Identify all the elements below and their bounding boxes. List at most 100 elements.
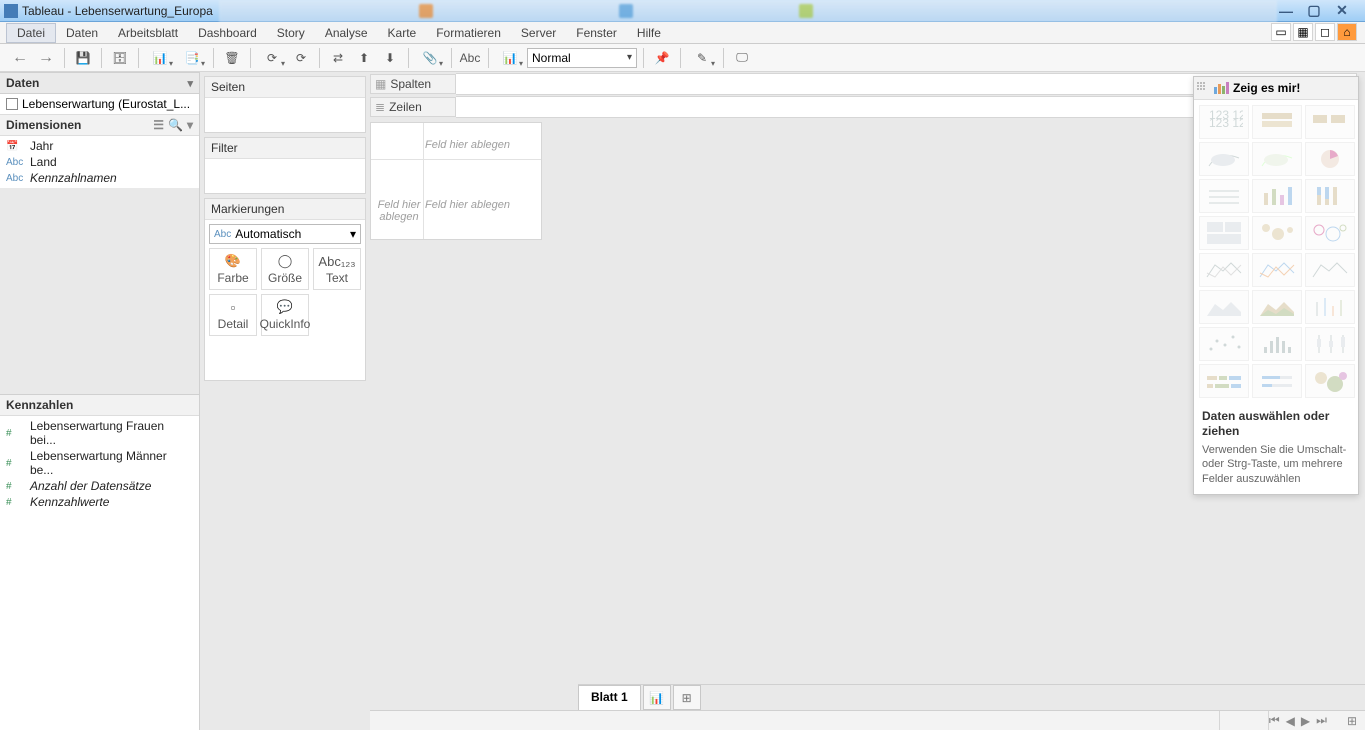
- show-me-chart-option[interactable]: [1252, 216, 1302, 250]
- view-mode-presentation-icon[interactable]: ▭: [1271, 23, 1291, 41]
- data-panel-collapse-icon[interactable]: ▾: [187, 77, 193, 90]
- nav-last-icon[interactable]: ⏭: [1316, 713, 1327, 728]
- show-me-chart-option[interactable]: [1305, 364, 1355, 398]
- clear-button[interactable]: 🗑: [220, 47, 244, 69]
- nav-grid-icon[interactable]: ⊞: [1347, 714, 1357, 728]
- mark-quickinfo-button[interactable]: 💬QuickInfo: [261, 294, 309, 336]
- highlight-button[interactable]: ✎: [687, 47, 717, 69]
- show-me-chart-option[interactable]: [1305, 327, 1355, 361]
- show-me-chart-option[interactable]: [1199, 327, 1249, 361]
- show-me-chart-option[interactable]: [1305, 142, 1355, 176]
- view-mode-grid-icon[interactable]: ▦: [1293, 23, 1313, 41]
- duplicate-button[interactable]: 📑: [177, 47, 207, 69]
- sort-asc-button[interactable]: ⬆: [352, 47, 376, 69]
- view-mode-window-icon[interactable]: ◻: [1315, 23, 1335, 41]
- menubar: Datei Daten Arbeitsblatt Dashboard Story…: [0, 22, 1365, 44]
- nav-first-icon[interactable]: ⏮: [1269, 713, 1280, 728]
- filters-shelf[interactable]: Filter: [204, 137, 366, 194]
- menu-dashboard[interactable]: Dashboard: [188, 24, 267, 42]
- mark-text-button[interactable]: Abc₁₂₃Text: [313, 248, 361, 290]
- show-me-chart-option[interactable]: [1252, 364, 1302, 398]
- window-minimize-button[interactable]: —: [1277, 4, 1295, 18]
- sort-desc-button[interactable]: ⬇: [378, 47, 402, 69]
- chart-thumbnail-icon: [1311, 368, 1349, 394]
- sheet-tab-active[interactable]: Blatt 1: [578, 685, 641, 710]
- dimension-field[interactable]: AbcKennzahlnamen: [0, 170, 199, 186]
- menu-formatieren[interactable]: Formatieren: [426, 24, 511, 42]
- field-type-icon: #: [6, 458, 24, 469]
- dimensions-search-icon[interactable]: 🔍: [168, 118, 183, 132]
- nav-next-icon[interactable]: ▶: [1301, 714, 1310, 728]
- show-me-chart-option[interactable]: [1199, 253, 1249, 287]
- mark-farbe-button[interactable]: 🎨Farbe: [209, 248, 257, 290]
- menu-daten[interactable]: Daten: [56, 24, 108, 42]
- show-me-chart-option[interactable]: [1199, 142, 1249, 176]
- auto-update-button[interactable]: ⟳: [257, 47, 287, 69]
- measure-field[interactable]: #Anzahl der Datensätze: [0, 478, 199, 494]
- chart-thumbnail-icon: [1205, 294, 1243, 320]
- new-worksheet-tab-button[interactable]: 📊: [643, 685, 671, 710]
- show-me-chart-option[interactable]: [1252, 142, 1302, 176]
- view-drop-area[interactable]: Feld hier ablegen Feld hier ablegen Feld…: [370, 122, 542, 240]
- menu-datei[interactable]: Datei: [6, 23, 56, 43]
- new-dashboard-tab-button[interactable]: ⊞: [673, 685, 701, 710]
- show-me-chart-option[interactable]: [1252, 290, 1302, 324]
- sheet-tabs: Blatt 1 📊 ⊞: [578, 684, 1365, 710]
- show-me-chart-option[interactable]: [1199, 216, 1249, 250]
- show-me-chart-option[interactable]: [1252, 179, 1302, 213]
- run-update-button[interactable]: ⟳: [289, 47, 313, 69]
- swap-button[interactable]: ⇄: [326, 47, 350, 69]
- show-me-chart-option[interactable]: 123 123123 123: [1199, 105, 1249, 139]
- measure-field[interactable]: #Lebenserwartung Männer be...: [0, 448, 199, 478]
- show-me-chart-option[interactable]: [1305, 105, 1355, 139]
- window-close-button[interactable]: ✕: [1333, 4, 1351, 18]
- show-me-chart-option[interactable]: [1199, 364, 1249, 398]
- show-me-chart-option[interactable]: [1252, 327, 1302, 361]
- back-button[interactable]: ←: [8, 47, 32, 69]
- pages-shelf[interactable]: Seiten: [204, 76, 366, 133]
- mark-detail-button[interactable]: ▫Detail: [209, 294, 257, 336]
- menu-arbeitsblatt[interactable]: Arbeitsblatt: [108, 24, 188, 42]
- mark-button-label: Größe: [268, 271, 302, 285]
- show-me-chart-option[interactable]: [1305, 290, 1355, 324]
- fit-axes-button[interactable]: 📊: [495, 47, 525, 69]
- fit-mode-select[interactable]: Normal: [527, 48, 637, 68]
- menu-story[interactable]: Story: [267, 24, 315, 42]
- dimensions-view-icon[interactable]: ☰: [153, 118, 164, 132]
- group-button[interactable]: 📎: [415, 47, 445, 69]
- new-datasource-button[interactable]: 🗄: [108, 47, 132, 69]
- show-me-chart-option[interactable]: [1305, 179, 1355, 213]
- toolbar: ← → 💾 🗄 📊 📑 🗑 ⟳ ⟳ ⇄ ⬆ ⬇ 📎 Abc 📊 Normal 📌…: [0, 44, 1365, 72]
- window-maximize-button[interactable]: ▢: [1305, 4, 1323, 18]
- home-icon[interactable]: ⌂: [1337, 23, 1357, 41]
- dimension-field[interactable]: 📅Jahr: [0, 138, 199, 154]
- presentation-button[interactable]: 🖵: [730, 47, 754, 69]
- show-me-chart-option[interactable]: [1305, 216, 1355, 250]
- menu-hilfe[interactable]: Hilfe: [627, 24, 671, 42]
- measures-header: Kennzahlen: [0, 394, 199, 416]
- datasource-item[interactable]: Lebenserwartung (Eurostat_L...: [0, 94, 199, 114]
- show-me-chart-option[interactable]: [1252, 253, 1302, 287]
- menu-fenster[interactable]: Fenster: [566, 24, 627, 42]
- pin-button[interactable]: 📌: [650, 47, 674, 69]
- dimensions-menu-icon[interactable]: ▾: [187, 118, 193, 132]
- show-me-header[interactable]: Zeig es mir!: [1194, 77, 1358, 100]
- show-labels-button[interactable]: Abc: [458, 47, 482, 69]
- marks-type-select[interactable]: AbcAutomatisch ▾: [209, 224, 361, 244]
- menu-server[interactable]: Server: [511, 24, 566, 42]
- show-me-chart-option[interactable]: [1199, 290, 1249, 324]
- forward-button[interactable]: →: [34, 47, 58, 69]
- svg-text:123 123: 123 123: [1209, 116, 1243, 130]
- menu-karte[interactable]: Karte: [378, 24, 427, 42]
- measure-field[interactable]: #Kennzahlwerte: [0, 494, 199, 510]
- new-worksheet-button[interactable]: 📊: [145, 47, 175, 69]
- save-button[interactable]: 💾: [71, 47, 95, 69]
- dimension-field[interactable]: AbcLand: [0, 154, 199, 170]
- nav-prev-icon[interactable]: ◀: [1286, 714, 1295, 728]
- show-me-chart-option[interactable]: [1252, 105, 1302, 139]
- mark-größe-button[interactable]: ◯Größe: [261, 248, 309, 290]
- menu-analyse[interactable]: Analyse: [315, 24, 378, 42]
- show-me-chart-option[interactable]: [1305, 253, 1355, 287]
- show-me-chart-option[interactable]: [1199, 179, 1249, 213]
- measure-field[interactable]: #Lebenserwartung Frauen bei...: [0, 418, 199, 448]
